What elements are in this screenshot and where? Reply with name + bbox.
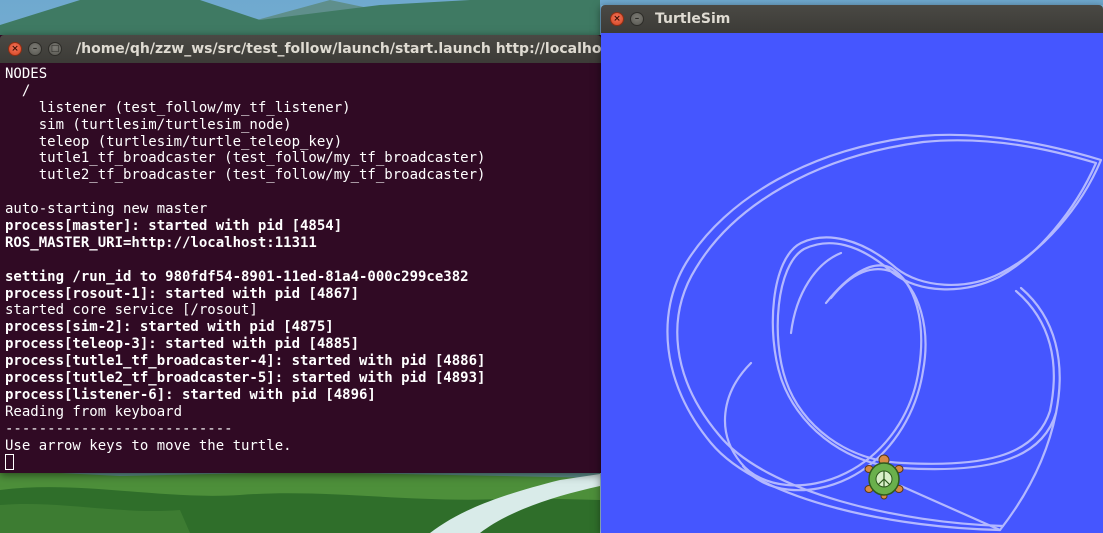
terminal-prompt-line[interactable]: [5, 454, 601, 471]
close-icon[interactable]: ×: [8, 42, 22, 56]
terminal-line: ---------------------------: [5, 420, 233, 437]
terminal-line: process[tutle2_tf_broadcaster-5]: starte…: [5, 370, 486, 387]
turtlesim-canvas[interactable]: [601, 33, 1103, 533]
terminal-line: process[rosout-1]: started with pid [486…: [5, 285, 360, 302]
terminal-line: process[listener-6]: started with pid [4…: [5, 386, 376, 403]
turtlesim-window[interactable]: × – TurtleSim: [601, 5, 1103, 533]
terminal-line: ROS_MASTER_URI=http://localhost:11311: [5, 234, 317, 251]
terminal-line: started core service [/rosout]: [5, 302, 258, 319]
terminal-line: tutle2_tf_broadcaster (test_follow/my_tf…: [5, 167, 486, 184]
maximize-icon[interactable]: □: [48, 42, 62, 56]
minimize-icon[interactable]: –: [630, 12, 644, 26]
terminal-line: process[tutle1_tf_broadcaster-4]: starte…: [5, 353, 486, 370]
terminal-line: sim (turtlesim/turtlesim_node): [5, 116, 292, 133]
terminal-output[interactable]: NODES / listener (test_follow/my_tf_list…: [0, 63, 601, 473]
turtlesim-titlebar[interactable]: × – TurtleSim: [601, 5, 1103, 33]
terminal-title: /home/qh/zzw_ws/src/test_follow/launch/s…: [76, 41, 601, 57]
terminal-line: process[teleop-3]: started with pid [488…: [5, 336, 360, 353]
close-icon[interactable]: ×: [610, 12, 624, 26]
turtlesim-title: TurtleSim: [655, 11, 731, 27]
terminal-line: NODES: [5, 66, 48, 82]
terminal-line: auto-starting new master: [5, 201, 208, 218]
cursor-icon: [5, 454, 14, 471]
terminal-line: Reading from keyboard: [5, 403, 183, 420]
terminal-titlebar[interactable]: × – □ /home/qh/zzw_ws/src/test_follow/la…: [0, 35, 601, 63]
terminal-window[interactable]: × – □ /home/qh/zzw_ws/src/test_follow/la…: [0, 35, 601, 473]
terminal-line: Use arrow keys to move the turtle.: [5, 437, 292, 454]
terminal-line: /: [5, 82, 31, 99]
minimize-icon[interactable]: –: [28, 42, 42, 56]
terminal-line: listener (test_follow/my_tf_listener): [5, 99, 351, 116]
terminal-line: process[master]: started with pid [4854]: [5, 218, 343, 235]
terminal-line: teleop (turtlesim/turtle_teleop_key): [5, 133, 343, 150]
terminal-line: process[sim-2]: started with pid [4875]: [5, 319, 334, 336]
terminal-line: setting /run_id to 980fdf54-8901-11ed-81…: [5, 268, 469, 285]
terminal-line: tutle1_tf_broadcaster (test_follow/my_tf…: [5, 150, 486, 167]
